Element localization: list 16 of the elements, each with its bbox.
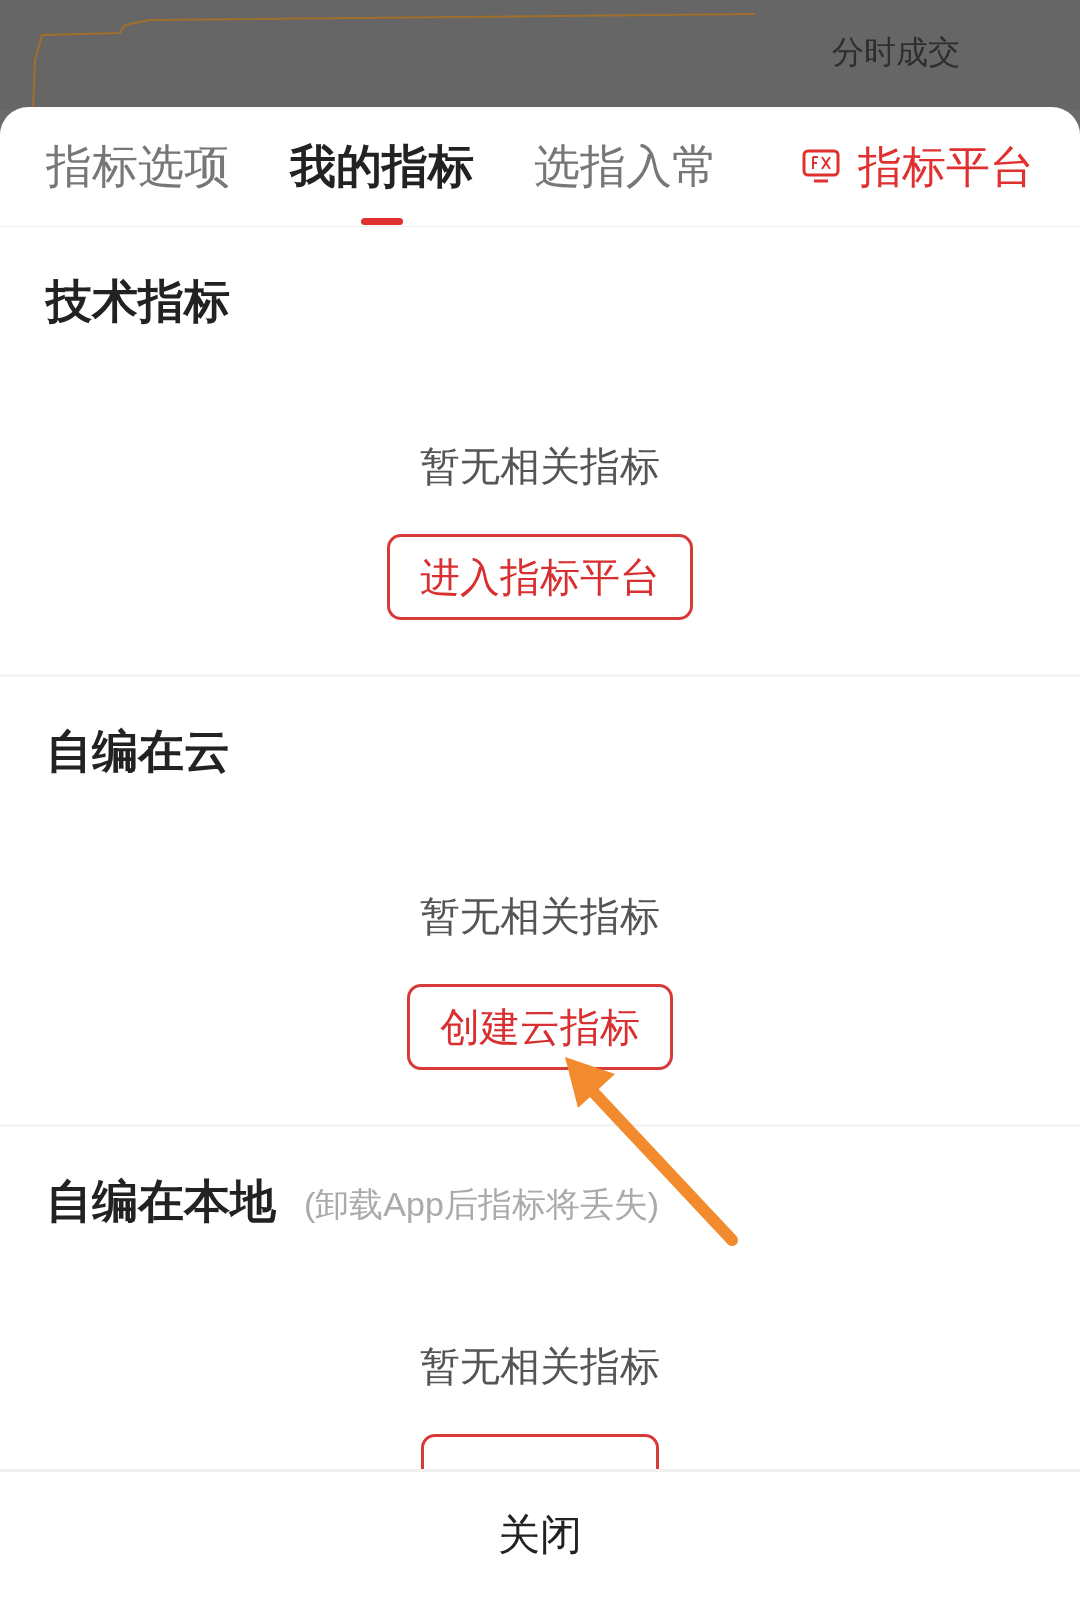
empty-message: 暂无相关指标 [420, 443, 660, 490]
section-title: 技术指标 [46, 274, 230, 329]
close-button[interactable]: 关闭 [498, 1503, 582, 1566]
empty-message: 暂无相关指标 [420, 1343, 660, 1390]
section-title: 自编在本地 [46, 1174, 276, 1229]
action-button[interactable]: 进入指标平台 [387, 534, 693, 620]
tab-indicator [361, 217, 403, 225]
tab[interactable]: 指标选项 [46, 106, 230, 227]
tab[interactable]: 我的指标 [290, 106, 474, 227]
fx-screen-icon [802, 148, 840, 185]
trades-title: 分时成交 [832, 33, 960, 72]
section-title: 自编在云 [46, 724, 230, 779]
empty-message: 暂无相关指标 [420, 893, 660, 940]
section-note: (卸载App后指标将丢失) [304, 1184, 660, 1225]
tab[interactable]: 选指入常 [534, 106, 718, 227]
platform-link[interactable]: 指标平台 [802, 133, 1034, 200]
